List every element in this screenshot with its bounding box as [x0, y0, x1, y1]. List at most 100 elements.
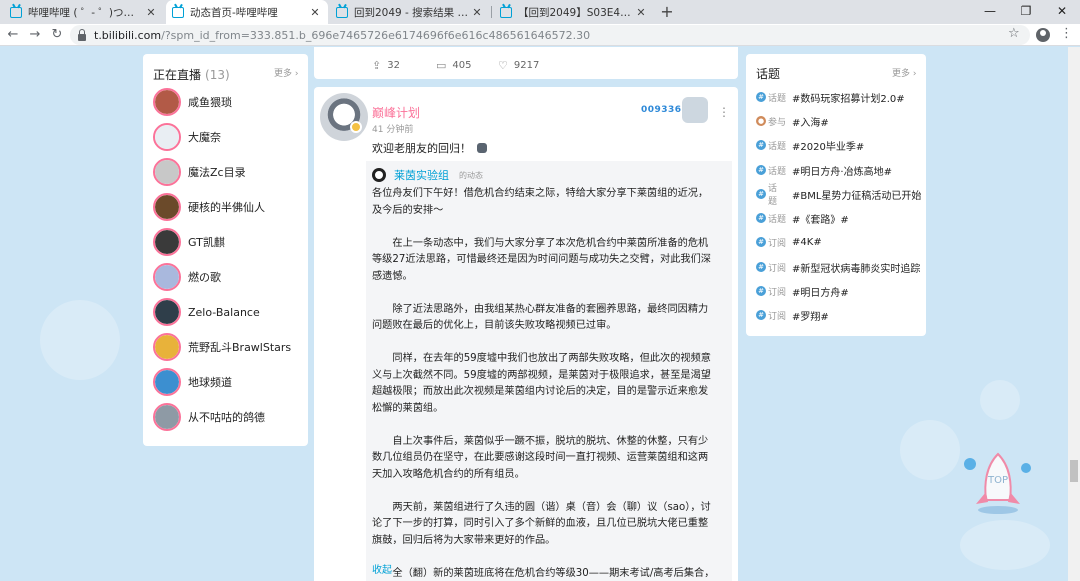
topics-more-link[interactable]: 更多	[892, 66, 916, 79]
scrollbar-track[interactable]	[1068, 47, 1080, 581]
live-streamer-name: 从不咕咕的鸽德	[188, 411, 265, 424]
minimize-button[interactable]: —	[972, 0, 1008, 24]
tab-video[interactable]: 【回到2049】S03E43 绝代双骄 ✕	[494, 0, 654, 24]
live-item[interactable]: 大魔奈	[153, 122, 303, 152]
account-icon[interactable]	[1036, 28, 1050, 42]
topic-item[interactable]: # 话题 #2020毕业季#	[756, 137, 921, 153]
participant-icon: ●	[756, 116, 766, 126]
live-item[interactable]: GT凯麒	[153, 227, 303, 257]
repost-user-name[interactable]: 莱茵实验组	[394, 167, 449, 183]
topic-item[interactable]: # 订阅 #新型冠状病毒肺炎实时追踪	[756, 259, 921, 275]
topic-name: #明日方舟#	[792, 287, 849, 299]
hashtag-icon: #	[756, 262, 766, 272]
bilibili-favicon-icon	[500, 6, 512, 18]
post-time[interactable]: 41 分钟前	[372, 122, 413, 135]
live-streamer-name: 魔法Zc目录	[188, 166, 246, 179]
topic-item[interactable]: # 订阅 #明日方舟#	[756, 283, 921, 299]
live-streamer-name: 大魔奈	[188, 131, 221, 144]
scrollbar-thumb[interactable]	[1070, 460, 1078, 482]
tab-close-icon[interactable]: ✕	[470, 6, 484, 19]
tab-close-icon[interactable]: ✕	[308, 6, 322, 19]
emoji-icon	[476, 143, 487, 153]
restore-button[interactable]: ❐	[1008, 0, 1044, 24]
repost-user-avatar[interactable]	[372, 168, 386, 182]
live-item[interactable]: 燃の歌	[153, 262, 303, 292]
previous-card-footer: ⇪ 32 ▭ 405 ♡ 9217	[314, 47, 738, 79]
tab-close-icon[interactable]: ✕	[144, 6, 158, 19]
topic-item[interactable]: ● 参与 #入海#	[756, 113, 921, 129]
tab-search-results[interactable]: 回到2049 - 搜索结果 - 哔哩哔哩 ✕	[330, 0, 490, 24]
topic-name: #明日方舟·冶炼高地#	[792, 166, 892, 178]
live-item[interactable]: 咸鱼猥琐	[153, 87, 303, 117]
more-options-icon[interactable]: ⋮	[718, 105, 730, 119]
tab-dynamic-home[interactable]: 动态首页-哔哩哔哩 ✕	[166, 0, 328, 24]
live-item[interactable]: Zelo-Balance	[153, 297, 303, 327]
live-more-link[interactable]: 更多	[274, 66, 298, 79]
topic-type: 订阅	[768, 311, 787, 322]
thumbs-up-icon: ♡	[498, 59, 508, 72]
back-to-top-button[interactable]: TOP	[962, 450, 1034, 516]
like-button[interactable]: ♡ 9217	[498, 59, 539, 72]
topic-name: #BML星势力征稿活动已开始	[791, 190, 921, 202]
live-streamer-name: 地球频道	[188, 376, 232, 389]
hashtag-icon: #	[756, 237, 766, 247]
topic-item[interactable]: # 订阅 #4K#	[756, 234, 921, 250]
topic-item[interactable]: # 话题 #明日方舟·冶炼高地#	[756, 162, 921, 178]
hashtag-icon: #	[756, 213, 766, 223]
background-bubble	[900, 420, 960, 480]
collapse-link[interactable]: 收起	[372, 561, 392, 576]
topic-item[interactable]: # 话题 #《套路》#	[756, 210, 921, 226]
back-arrow-icon[interactable]: ←	[4, 26, 22, 44]
user-name[interactable]: 巅峰计划	[372, 104, 420, 121]
live-item[interactable]: 荒野乱斗BrawlStars	[153, 332, 303, 362]
close-window-button[interactable]: ✕	[1044, 0, 1080, 24]
post-text-content: 欢迎老朋友的回归！	[372, 142, 471, 155]
forward-arrow-icon[interactable]: →	[26, 26, 44, 44]
bookmark-star-icon[interactable]: ☆	[1008, 26, 1020, 41]
live-item[interactable]: 从不咕咕的鸽德	[153, 402, 303, 432]
user-avatar[interactable]	[320, 93, 368, 141]
browser-menu-icon[interactable]: ⋮	[1060, 26, 1073, 41]
live-item[interactable]: 魔法Zc目录	[153, 157, 303, 187]
new-tab-button[interactable]: +	[658, 2, 676, 22]
tab-close-icon[interactable]: ✕	[634, 6, 648, 19]
live-streamer-name: GT凯麒	[188, 236, 225, 249]
tab-title: 动态首页-哔哩哔哩	[190, 6, 278, 19]
live-streamer-name: 咸鱼猥琐	[188, 96, 232, 109]
tab-bilibili-home[interactable]: 哔哩哔哩 ( ゜- ゜)つロ 干杯~-bilibili ✕	[4, 0, 164, 24]
live-streamer-name: 燃の歌	[188, 271, 221, 284]
comment-button[interactable]: ▭ 405	[436, 59, 472, 72]
fan-number-badge: 009336	[641, 105, 682, 115]
topic-item[interactable]: # 话题 #数码玩家招募计划2.0#	[756, 89, 921, 105]
avatar	[153, 193, 181, 221]
topic-item[interactable]: # 话题 #BML星势力征稿活动已开始	[756, 184, 921, 207]
repost-button[interactable]: ⇪ 32	[372, 59, 400, 72]
background-bubble	[40, 300, 120, 380]
hashtag-icon: #	[756, 189, 766, 199]
topic-item[interactable]: # 订阅 #罗翔#	[756, 307, 921, 323]
topic-type: 话题	[768, 166, 787, 177]
url-path: /?spm_id_from=333.851.b_696e7465726e6174…	[161, 28, 591, 42]
top-label: TOP	[987, 475, 1008, 486]
share-icon: ⇪	[372, 59, 382, 72]
topic-type: 订阅	[768, 238, 787, 249]
reload-icon[interactable]: ↻	[48, 26, 66, 44]
address-bar[interactable]: t.bilibili.com/?spm_id_from=333.851.b_69…	[70, 25, 1030, 45]
live-item[interactable]: 地球频道	[153, 367, 303, 397]
avatar	[153, 368, 181, 396]
bilibili-favicon-icon	[10, 6, 22, 18]
hashtag-icon: #	[756, 310, 766, 320]
live-item[interactable]: 硬核的半佛仙人	[153, 192, 303, 222]
tab-title: 回到2049 - 搜索结果 - 哔哩哔哩	[354, 6, 470, 19]
topic-name: #4K#	[792, 236, 822, 248]
topic-type: 话题	[768, 93, 787, 104]
live-now-panel: 正在直播(13) 更多 咸鱼猥琐 大魔奈 魔法Zc目录 硬核的半佛仙人 GT凯麒…	[143, 54, 308, 446]
topic-name: #2020毕业季#	[792, 141, 865, 153]
avatar	[153, 123, 181, 151]
post-text: 欢迎老朋友的回归！	[372, 140, 487, 156]
repost-paragraph: 各位舟友们下午好！借危机合约结束之际，特给大家分享下莱茵组的近况，及今后的安排～	[372, 188, 709, 216]
repost-type-label: 的动态	[459, 170, 483, 180]
topic-name: #入海#	[792, 117, 829, 129]
avatar	[153, 298, 181, 326]
tab-bar: 哔哩哔哩 ( ゜- ゜)つロ 干杯~-bilibili ✕ 动态首页-哔哩哔哩 …	[0, 0, 1080, 24]
